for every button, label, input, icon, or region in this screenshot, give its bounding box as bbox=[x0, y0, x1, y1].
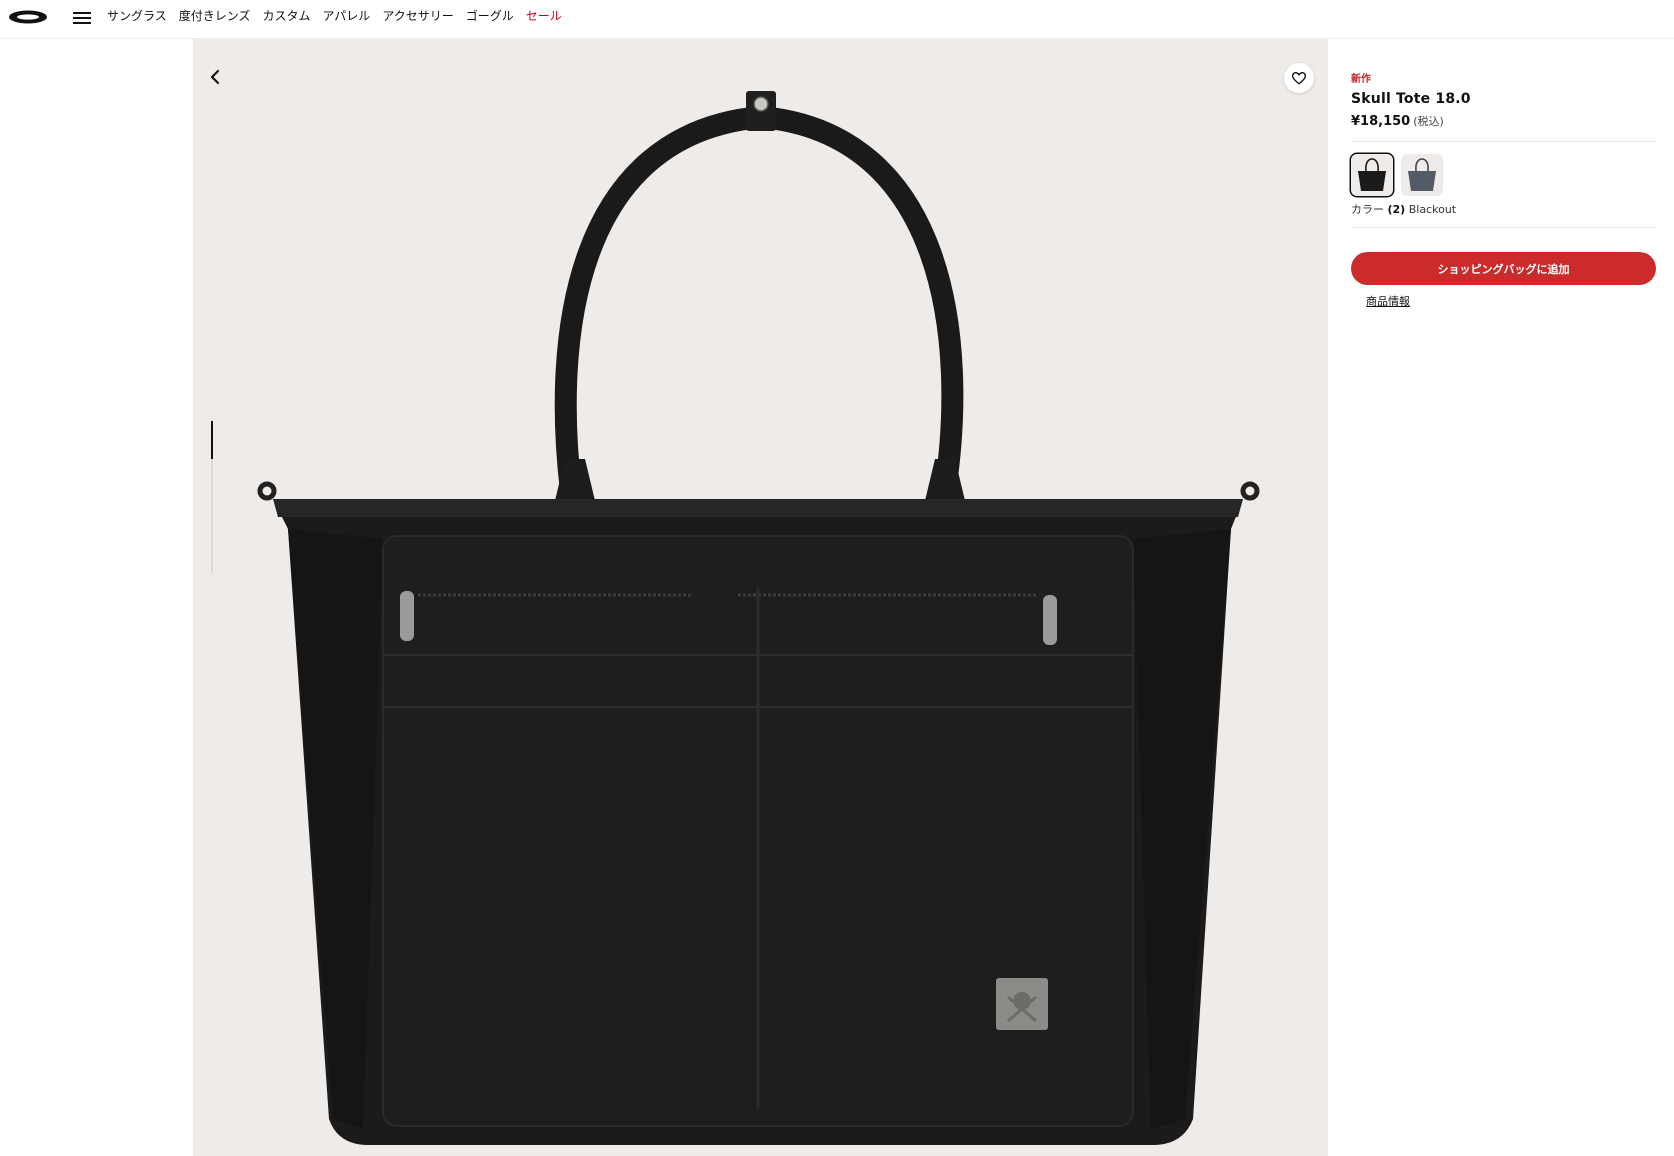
hamburger-menu-icon[interactable] bbox=[73, 9, 91, 25]
color-count: (2) bbox=[1387, 203, 1406, 216]
oakley-logo-icon[interactable] bbox=[8, 10, 48, 24]
product-price-row: ¥18,150 (税込) bbox=[1351, 113, 1656, 129]
swatch-gray-thumbnail bbox=[1408, 158, 1436, 191]
nav-item-sale[interactable]: セール bbox=[526, 7, 562, 24]
nav-item-goggles[interactable]: ゴーグル bbox=[466, 7, 514, 24]
swatch-gray[interactable] bbox=[1401, 154, 1443, 196]
divider bbox=[1351, 141, 1656, 142]
top-nav-bar: サングラス 度付きレンズ カスタム アパレル アクセサリー ゴーグル セール bbox=[0, 0, 1674, 39]
color-swatches bbox=[1351, 154, 1656, 196]
product-info-link[interactable]: 商品情報 bbox=[1366, 293, 1410, 309]
back-arrow-button[interactable] bbox=[207, 65, 225, 89]
add-to-bag-button[interactable]: ショッピングバッグに追加 bbox=[1351, 252, 1656, 285]
favorite-button[interactable] bbox=[1284, 63, 1314, 93]
product-price: ¥18,150 bbox=[1351, 114, 1411, 129]
nav-item-custom[interactable]: カスタム bbox=[263, 7, 311, 24]
nav-item-sunglasses[interactable]: サングラス bbox=[107, 7, 167, 24]
nav-item-apparel[interactable]: アパレル bbox=[323, 7, 371, 24]
swatch-blackout-thumbnail bbox=[1358, 158, 1386, 191]
main-nav: サングラス 度付きレンズ カスタム アパレル アクセサリー ゴーグル セール bbox=[107, 0, 562, 30]
heart-icon bbox=[1292, 71, 1306, 85]
new-badge: 新作 bbox=[1351, 74, 1371, 85]
tax-note: (税込) bbox=[1413, 115, 1444, 128]
product-info-panel: 新作 Skull Tote 18.0 ¥18,150 (税込) カラー (2) B… bbox=[1351, 70, 1656, 309]
nav-item-accessories[interactable]: アクセサリー bbox=[382, 7, 453, 24]
product-image-tote-bag bbox=[257, 91, 1260, 1145]
divider bbox=[1351, 227, 1656, 228]
gallery-progress-indicator[interactable] bbox=[211, 421, 213, 573]
color-selection-text: カラー (2) Blackout bbox=[1351, 201, 1656, 217]
gallery-progress-active bbox=[211, 421, 213, 459]
color-name: Blackout bbox=[1408, 203, 1457, 216]
product-image-gallery[interactable] bbox=[193, 39, 1328, 1156]
color-label: カラー bbox=[1351, 203, 1384, 216]
product-name: Skull Tote 18.0 bbox=[1351, 91, 1471, 107]
swatch-blackout[interactable] bbox=[1351, 154, 1393, 196]
nav-item-prescription[interactable]: 度付きレンズ bbox=[179, 7, 251, 24]
chevron-left-icon bbox=[210, 69, 220, 85]
